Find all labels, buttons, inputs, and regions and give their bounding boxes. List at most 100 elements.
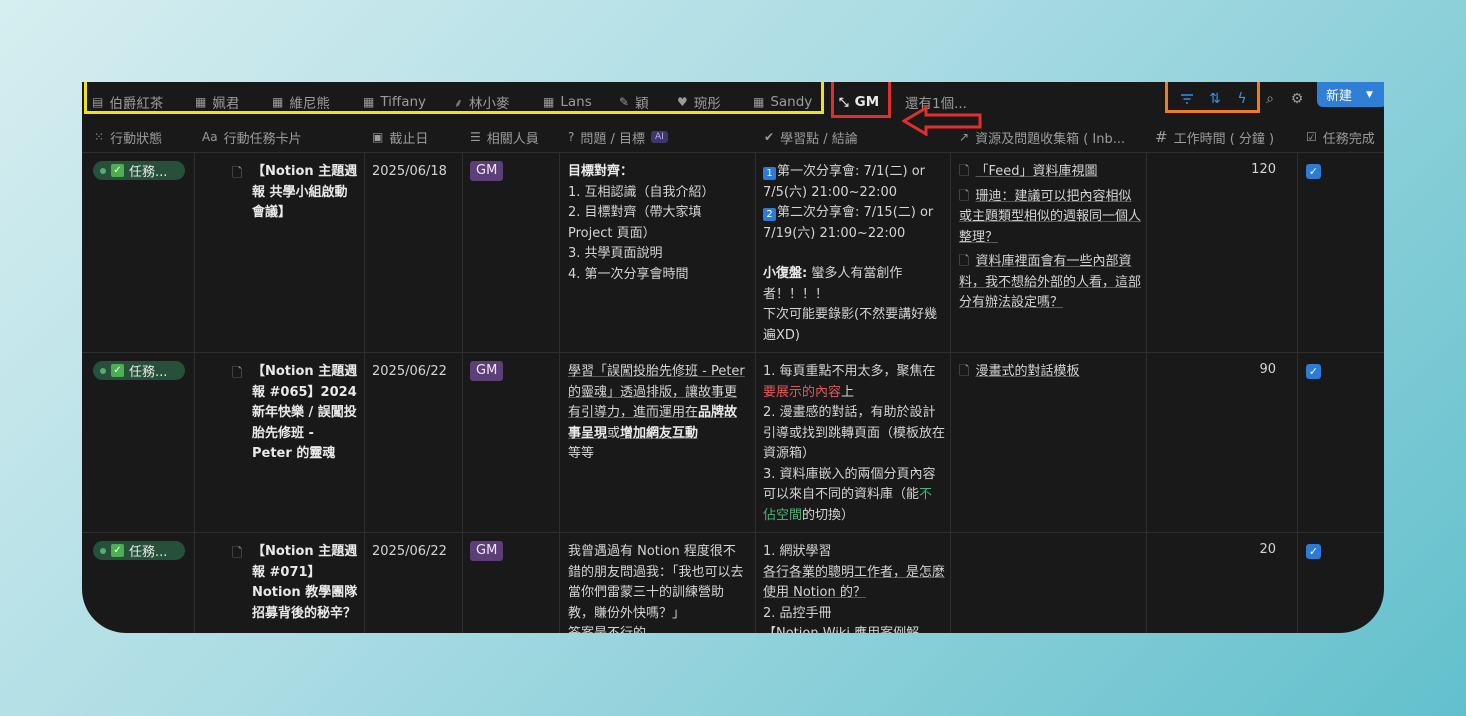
learning-text: 1. 網狀學習: [763, 544, 832, 559]
resources-cell[interactable]: 🗋 漫畫式的對話模板: [959, 362, 1141, 387]
work-minutes[interactable]: 120: [1146, 162, 1276, 177]
column-header-title[interactable]: Aa 行動任務卡片: [202, 122, 362, 152]
column-header-resources[interactable]: ↗ 資源及問題收集箱 ( Inb...: [959, 122, 1149, 152]
check-circle-icon: ✔: [764, 130, 775, 144]
column-header-goal[interactable]: ? 問題 / 目標 AI: [568, 122, 753, 152]
learning-cell[interactable]: 1. 網狀學習 各行各業的聰明工作者，是怎麼使用 Notion 的？ 2. 品控…: [763, 542, 945, 633]
new-button[interactable]: 新建 ▼: [1317, 82, 1384, 107]
learning-text: 上 2. 漫畫感的對話，有助於設計引導或找到跳轉頁面（模板放在資源箱） 3. 資…: [763, 384, 946, 503]
page-icon: 🗋: [959, 164, 970, 179]
learning-text: 2. 品控手冊: [763, 605, 832, 621]
column-label: 學習點 / 結論: [780, 131, 858, 147]
highlight-box-yellow: [84, 82, 824, 114]
learning-link[interactable]: 各行各業的聰明工作者，是怎麼使用 Notion 的？: [763, 563, 945, 604]
work-minutes[interactable]: 20: [1146, 542, 1276, 557]
resource-label: 「Feed」資料庫視圖: [975, 164, 1098, 179]
done-checkbox[interactable]: ✓: [1306, 364, 1321, 379]
learning-cell[interactable]: 1 第一次分享會: 7/1(二) or 7/5(六) 21:00~22:00 2第…: [763, 162, 943, 346]
status-label: 任務...: [129, 165, 168, 180]
status-icon: ⁙: [94, 130, 105, 144]
learning-cell[interactable]: 1. 每頁重點不用太多，聚焦在要展示的內容上 2. 漫畫感的對話，有助於設計引導…: [763, 362, 945, 526]
page-icon: 🗋: [232, 366, 243, 381]
column-header-people[interactable]: ☰ 相關人員: [470, 122, 555, 152]
learning-highlight: 要展示的內容: [763, 384, 842, 400]
hash-icon: #: [1155, 128, 1168, 146]
title-icon: Aa: [202, 130, 218, 144]
table-row[interactable]: ✓ 任務... 🗋 【Notion 主題週報 #065】2024 新年快樂 / 誤…: [82, 352, 1384, 533]
task-card-title[interactable]: 【Notion 主題週報 #071】Notion 教學團隊招募背後的秘辛？: [252, 542, 358, 624]
goal-cell[interactable]: 學習「誤闖投胎先修班 - Peter 的靈魂」透過排版，讓故事更有引導力，進而運…: [568, 362, 748, 465]
page-icon: 🗋: [232, 546, 243, 561]
due-date[interactable]: 2025/06/22: [372, 362, 447, 383]
table-header: ⁙ 行動狀態 Aa 行動任務卡片 ▣ 截止日 ☰ 相關人員 ? 問題 / 目標 AI ✔ 學習…: [82, 122, 1384, 153]
list-icon: ☰: [470, 130, 481, 144]
column-header-minutes[interactable]: # 工作時間 ( 分鐘 ): [1155, 122, 1295, 152]
person-tag[interactable]: GM: [470, 361, 504, 381]
calendar-icon: ▣: [372, 130, 384, 144]
due-date[interactable]: 2025/06/18: [372, 162, 447, 183]
column-label: 相關人員: [486, 131, 539, 147]
task-card-title[interactable]: 【Notion 主題週報 #065】2024 新年快樂 / 誤闖投胎先修班 - …: [252, 362, 358, 465]
learning-link[interactable]: 【Notion Wiki 應用案例解: [763, 624, 945, 633]
column-header-done[interactable]: ☑ 任務完成: [1306, 122, 1384, 152]
resources-cell[interactable]: 🗋 「Feed」資料庫視圖 🗋 珊迪：建議可以把內容相似或主題類型相似的週報同一個人…: [959, 162, 1141, 318]
column-header-status[interactable]: ⁙ 行動狀態: [94, 122, 194, 152]
page-icon: 🗋: [959, 254, 970, 269]
view-tab-bar: ▤ 伯爵紅茶 ▦ 姵君 ▦ 維尼熊 ▦ Tiffany ⸙ 林小麥 ▦ Lans ✎ 穎 ♥ 琬…: [82, 82, 1384, 136]
number-1-icon: 1: [763, 167, 776, 180]
work-minutes[interactable]: 90: [1146, 362, 1276, 377]
number-2-icon: 2: [763, 208, 776, 221]
status-badge[interactable]: ✓ 任務...: [93, 541, 185, 560]
learning-next: 下次可能要錄影(不然要講好幾遍XD): [763, 307, 938, 343]
goal-cell[interactable]: 我曾遇過有 Notion 程度很不錯的朋友問過我：「我也可以去當你們雷蒙三十的訓…: [568, 542, 748, 633]
person-tag[interactable]: GM: [470, 161, 504, 181]
column-label: 任務完成: [1322, 131, 1375, 147]
table-row[interactable]: ✓ 任務... 🗋 【Notion 主題週報 共學小組啟動會議】 2025/06/…: [82, 152, 1384, 353]
page-icon: 🗋: [959, 364, 970, 379]
status-badge[interactable]: ✓ 任務...: [93, 361, 185, 380]
search-icon[interactable]: ⌕: [1259, 82, 1281, 116]
resource-label: 珊迪：建議可以把內容相似或主題類型相似的週報同一個人整理？: [959, 188, 1142, 245]
resource-label: 漫畫式的對話模板: [975, 364, 1080, 379]
column-label: 截止日: [389, 131, 429, 147]
status-badge[interactable]: ✓ 任務...: [93, 161, 185, 180]
page-icon: 🗋: [232, 166, 243, 181]
done-checkbox[interactable]: ✓: [1306, 544, 1321, 559]
resource-link[interactable]: 🗋 漫畫式的對話模板: [959, 362, 1141, 383]
resource-link[interactable]: 🗋 資料庫裡面會有一些內部資料，我不想給外部的人看，這部分有辦法設定嗎？: [959, 252, 1141, 314]
sort-icon[interactable]: ⇅: [1204, 82, 1226, 116]
task-card-title[interactable]: 【Notion 主題週報 共學小組啟動會議】: [252, 162, 358, 224]
goal-text: 或: [607, 425, 621, 441]
status-label: 任務...: [129, 545, 168, 560]
status-label: 任務...: [129, 365, 168, 380]
status-dot-icon: [100, 367, 106, 374]
table-row[interactable]: ✓ 任務... 🗋 【Notion 主題週報 #071】Notion 教學團隊招募…: [82, 532, 1384, 633]
done-checkbox[interactable]: ✓: [1306, 164, 1321, 179]
resource-link[interactable]: 🗋 珊迪：建議可以把內容相似或主題類型相似的週報同一個人整理？: [959, 187, 1141, 249]
filter-icon[interactable]: [1176, 82, 1198, 116]
goal-text: 1. 互相認識（自我介紹） 2. 目標對齊（帶大家填 Project 頁面） 3…: [568, 184, 715, 282]
status-dot-icon: [100, 167, 106, 174]
learning-point-2: 2 第二次分享會: 7/15(二) or 7/19(六) 21:00~22:00: [763, 203, 943, 244]
resource-label: 資料庫裡面會有一些內部資料，我不想給外部的人看，這部分有辦法設定嗎？: [959, 254, 1142, 310]
chevron-down-icon: ▼: [1366, 89, 1373, 100]
checkbox-icon: ☑: [1306, 130, 1317, 144]
new-button-label: 新建: [1326, 89, 1353, 104]
check-icon: ✓: [111, 164, 124, 177]
learning-text: 第一次分享會: 7/1(二) or 7/5(六) 21:00~22:00: [763, 164, 926, 200]
settings-icon[interactable]: ⚙: [1286, 82, 1308, 116]
goal-cell[interactable]: 目標對齊： 1. 互相認識（自我介紹） 2. 目標對齊（帶大家填 Project…: [568, 162, 748, 285]
page-icon: 🗋: [959, 188, 970, 204]
column-header-learning[interactable]: ✔ 學習點 / 結論: [764, 122, 944, 152]
check-icon: ✓: [111, 544, 124, 557]
resource-link[interactable]: 🗋 「Feed」資料庫視圖: [959, 162, 1141, 183]
person-tag[interactable]: GM: [470, 541, 504, 561]
column-label: 工作時間 ( 分鐘 ): [1173, 131, 1275, 147]
learning-review: 小復盤: 蠻多人有當創作者！！！！: [763, 264, 943, 305]
due-date[interactable]: 2025/06/22: [372, 542, 447, 563]
highlight-box-red: [831, 82, 891, 118]
ai-badge: AI: [651, 131, 668, 143]
column-header-date[interactable]: ▣ 截止日: [372, 122, 452, 152]
automation-icon[interactable]: ϟ: [1231, 82, 1253, 116]
relation-arrow-icon: ↗: [959, 130, 970, 144]
